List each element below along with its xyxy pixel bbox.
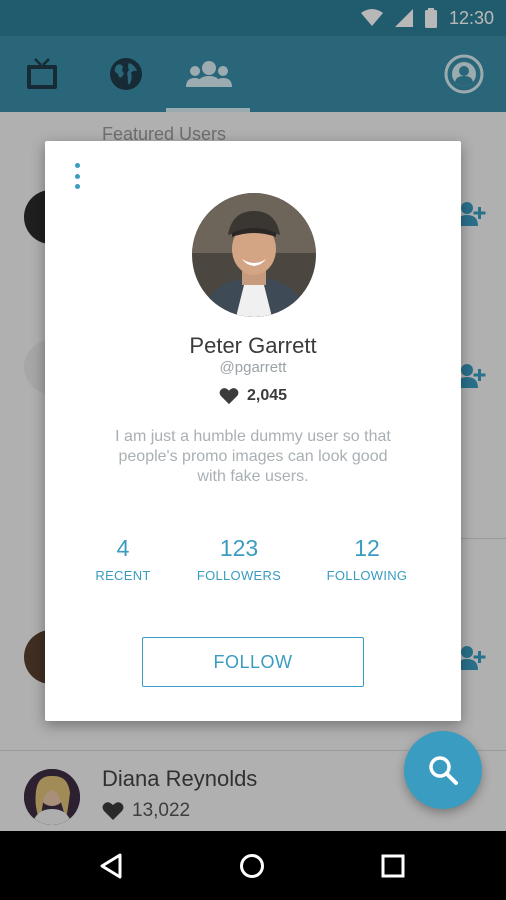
search-icon [429,756,458,785]
back-button[interactable] [94,849,128,883]
profile-handle: @pgarrett [219,359,287,376]
search-fab[interactable] [404,731,482,809]
profile-likes-count: 2,045 [246,387,288,404]
stat-following-value: 12 [354,535,380,561]
profile-dialog: Peter Garrett @pgarrett 2,045 I am just … [45,141,461,721]
home-circle-icon [240,854,264,878]
system-nav-bar [0,831,506,900]
stat-following-label: FOLLOWING [326,568,408,583]
stat-followers[interactable]: 123 FOLLOWERS [169,535,309,583]
stat-followers-value: 123 [219,535,259,561]
dialog-scrim-top [0,0,506,112]
back-triangle-icon [100,853,122,879]
profile-likes: 2,045 [45,387,461,405]
overflow-menu-icon[interactable] [69,163,85,189]
recents-square-icon [381,854,405,878]
profile-bio: I am just a humble dummy user so that pe… [115,428,391,485]
follow-button[interactable]: FOLLOW [142,637,364,687]
profile-name: Peter Garrett [189,333,317,358]
profile-stats: 4 RECENT 123 FOLLOWERS 12 FOLLOWING [45,535,461,591]
stat-following[interactable]: 12 FOLLOWING [297,535,437,583]
heart-icon [219,388,239,405]
profile-avatar [192,193,316,317]
recents-button[interactable] [376,849,410,883]
profile-photo [192,193,316,317]
stat-followers-label: FOLLOWERS [196,568,282,583]
home-button[interactable] [235,849,269,883]
